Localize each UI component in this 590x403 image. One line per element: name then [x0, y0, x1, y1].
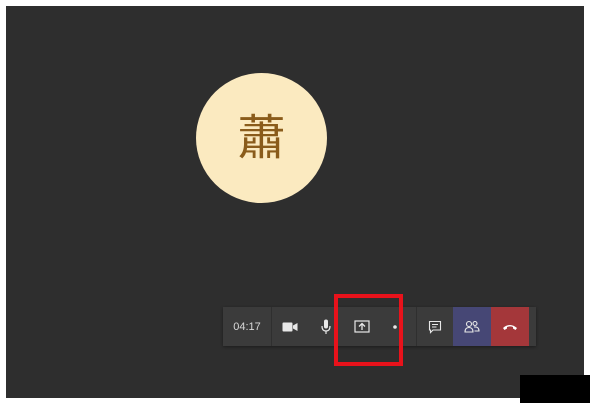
participants-icon	[464, 320, 480, 333]
camera-button[interactable]	[272, 307, 308, 346]
chat-icon	[428, 320, 442, 334]
corner-overlay	[520, 375, 590, 403]
hang-up-button[interactable]	[491, 307, 529, 346]
microphone-button[interactable]	[308, 307, 344, 346]
avatar-initial: 蕭	[237, 110, 286, 166]
share-screen-button[interactable]	[344, 307, 380, 346]
more-options-button[interactable]	[380, 307, 416, 346]
more-options-icon	[393, 324, 403, 329]
hang-up-icon	[503, 324, 517, 330]
screenshot: 蕭 04:17	[0, 0, 590, 403]
caller-avatar: 蕭	[196, 73, 327, 203]
chat-button[interactable]	[416, 307, 453, 346]
call-duration: 04:17	[223, 307, 272, 346]
video-camera-icon	[282, 322, 298, 331]
participants-button[interactable]	[453, 307, 491, 346]
microphone-icon	[321, 319, 331, 334]
share-screen-icon	[354, 319, 370, 333]
call-controls-toolbar: 04:17	[223, 307, 536, 346]
